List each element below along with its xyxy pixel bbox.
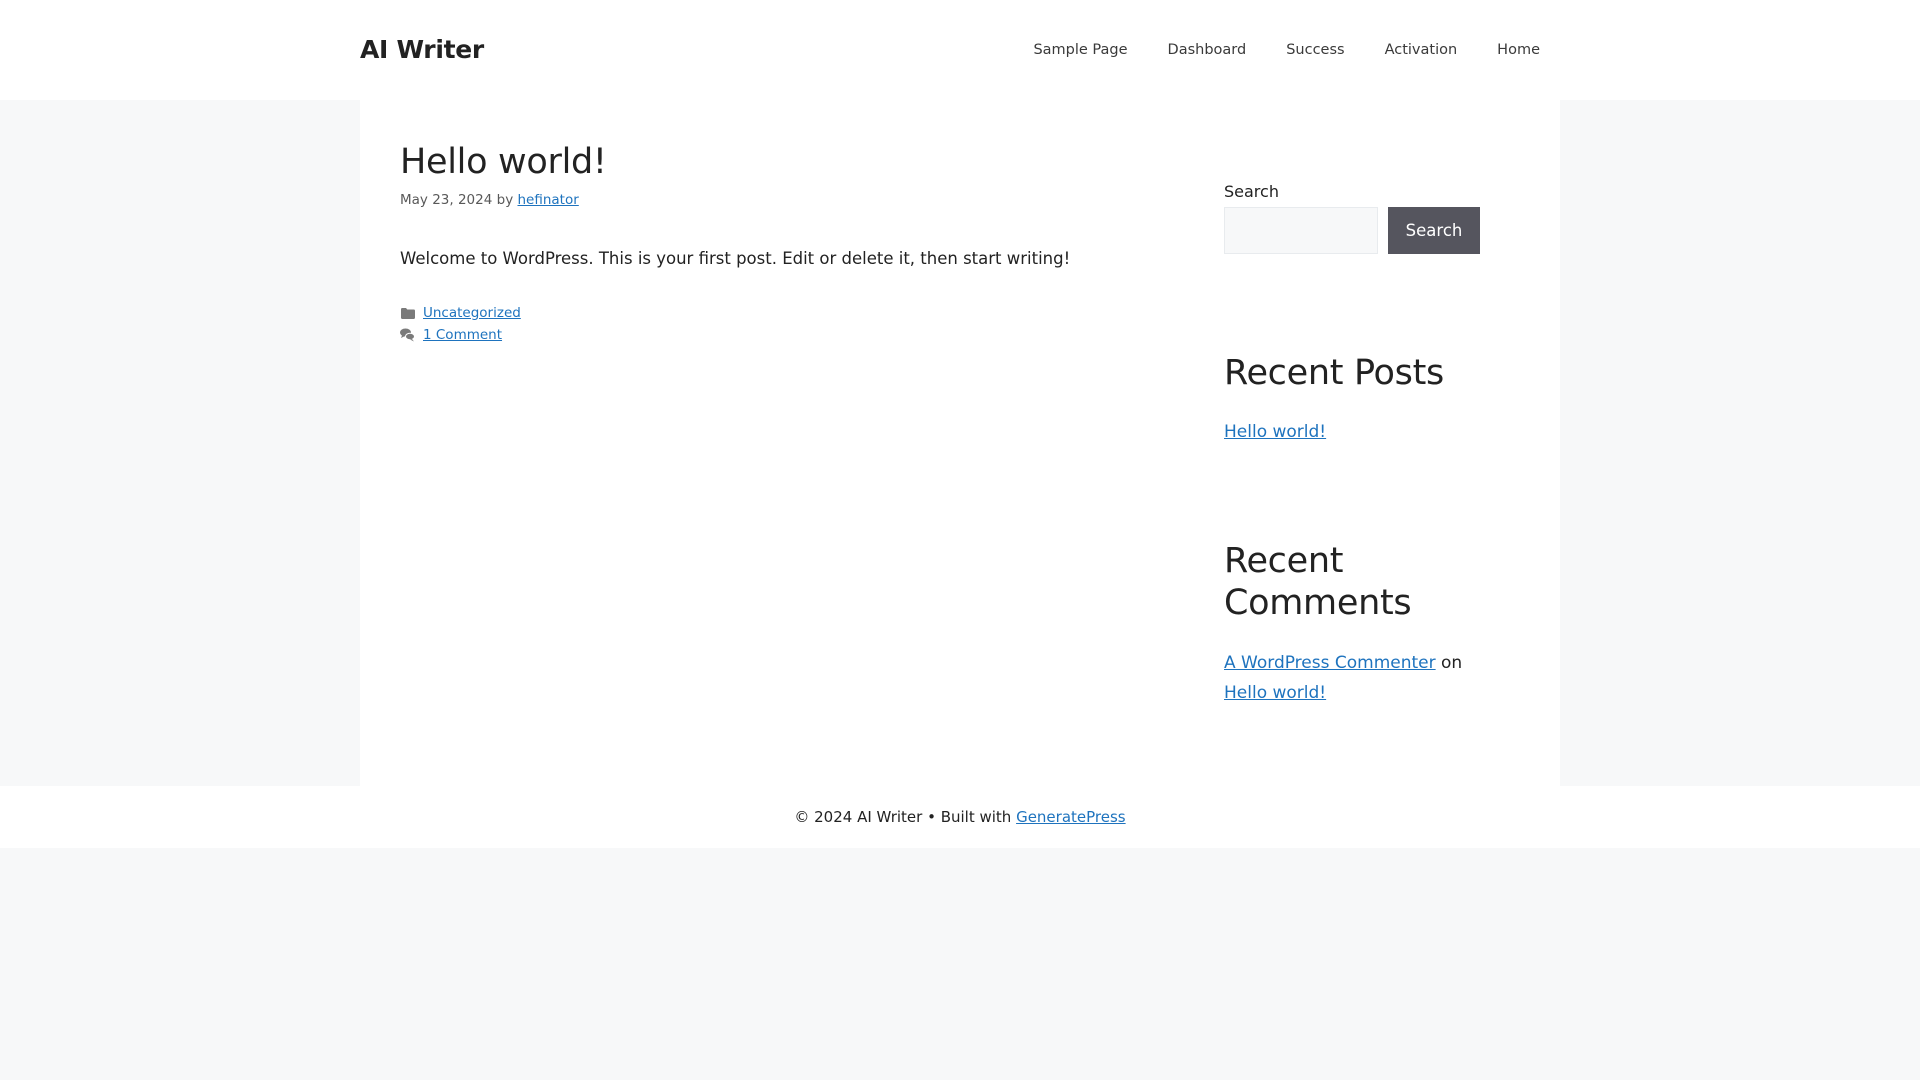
post-by-label: by [496,192,514,208]
nav-item-success[interactable]: Success [1266,0,1364,100]
post-meta: May 23, 2024 by hefinator [400,190,1160,210]
search-widget: Search Search [1224,180,1484,254]
content-container: Hello world! May 23, 2024 by hefinator W… [360,100,1560,786]
comment-author-link[interactable]: A WordPress Commenter [1224,653,1436,673]
nav-item-activation[interactable]: Activation [1365,0,1478,100]
post-date: May 23, 2024 [400,192,493,208]
site-footer: © 2024 AI Writer • Built with GeneratePr… [0,786,1920,848]
recent-comments-widget: Recent Comments A WordPress Commenter on… [1224,540,1484,708]
site-header: AI Writer Sample Page Dashboard Success … [0,0,1920,100]
footer-generatepress-link[interactable]: GeneratePress [1016,808,1126,826]
recent-post-link[interactable]: Hello world! [1224,422,1326,442]
comments-icon [400,328,415,342]
post-footer-meta: Uncategorized 1 Comment [400,302,1160,346]
site-title[interactable]: AI Writer [360,33,484,67]
post-content: Welcome to WordPress. This is your first… [400,249,1071,268]
recent-posts-widget: Recent Posts Hello world! [1224,352,1444,446]
recent-comments-title: Recent Comments [1224,541,1412,623]
nav-item-sample-page[interactable]: Sample Page [1013,0,1147,100]
post-author-link[interactable]: hefinator [517,192,578,208]
comments-link[interactable]: 1 Comment [423,324,502,346]
comment-post-link[interactable]: Hello world! [1224,683,1326,703]
recent-posts-title: Recent Posts [1224,353,1444,393]
folder-icon [400,306,415,320]
search-label: Search [1224,182,1279,201]
main-navigation: Sample Page Dashboard Success Activation… [1013,0,1560,100]
recent-comment-item: A WordPress Commenter on Hello world! [1224,648,1484,708]
footer-copyright: © 2024 AI Writer • Built with [794,808,1012,826]
post-title: Hello world! [400,142,607,182]
search-input[interactable] [1224,207,1378,254]
category-link[interactable]: Uncategorized [423,302,521,324]
search-button[interactable]: Search [1388,207,1480,254]
sidebar: Search Search Recent Posts Hello world! … [1224,180,1484,703]
post-article: Hello world! May 23, 2024 by hefinator W… [400,140,1160,346]
nav-item-dashboard[interactable]: Dashboard [1148,0,1267,100]
nav-item-home[interactable]: Home [1477,0,1560,100]
comment-connector: on [1441,653,1463,673]
